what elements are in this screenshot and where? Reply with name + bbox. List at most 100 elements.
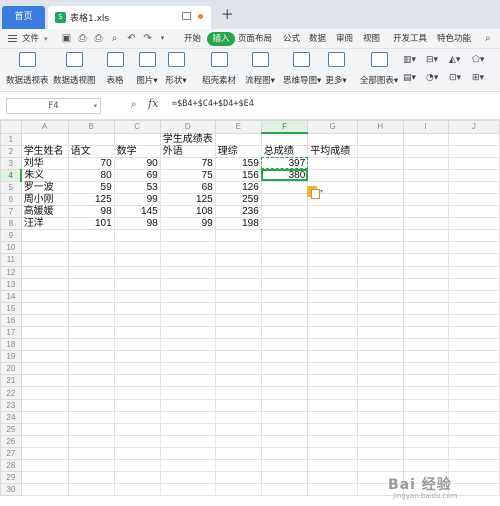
tab-view[interactable]: 视图: [363, 29, 380, 49]
docer-material-button[interactable]: 稻壳素材: [202, 52, 236, 86]
column-header-a[interactable]: A: [20, 120, 69, 134]
empty-cell[interactable]: [67, 265, 115, 279]
name-box[interactable]: F4 ▾: [6, 98, 101, 114]
empty-cell[interactable]: [159, 374, 216, 388]
empty-cell[interactable]: [307, 168, 359, 182]
empty-cell[interactable]: [260, 350, 309, 364]
cell[interactable]: 学生成绩表: [159, 132, 216, 146]
empty-cell[interactable]: [402, 386, 449, 400]
tab-page-layout[interactable]: 页面布局: [238, 29, 272, 49]
scatter-chart-icon[interactable]: ⊡▾: [449, 73, 461, 83]
cell[interactable]: 98: [67, 205, 115, 219]
empty-cell[interactable]: [20, 446, 69, 461]
empty-cell[interactable]: [214, 289, 262, 303]
row-header[interactable]: 21: [0, 374, 22, 388]
empty-cell[interactable]: [307, 265, 359, 279]
empty-cell[interactable]: [447, 350, 500, 364]
save-icon[interactable]: ▣: [61, 33, 72, 44]
cell[interactable]: 周小刚: [20, 192, 69, 207]
empty-cell[interactable]: [402, 434, 449, 448]
row-header[interactable]: 2: [0, 144, 22, 158]
row-header[interactable]: 13: [0, 277, 22, 291]
empty-cell[interactable]: [67, 253, 115, 267]
empty-cell[interactable]: [113, 132, 161, 146]
row-header[interactable]: 28: [0, 459, 22, 473]
row-header[interactable]: 25: [0, 422, 22, 436]
cell[interactable]: [260, 205, 309, 219]
cell[interactable]: 68: [159, 180, 216, 194]
empty-cell[interactable]: [357, 156, 404, 170]
row-header[interactable]: 3: [0, 156, 22, 170]
empty-cell[interactable]: [402, 192, 449, 207]
empty-cell[interactable]: [159, 265, 216, 279]
empty-cell[interactable]: [113, 301, 161, 315]
empty-cell[interactable]: [159, 398, 216, 412]
empty-cell[interactable]: [214, 229, 262, 243]
empty-cell[interactable]: [447, 241, 500, 255]
empty-cell[interactable]: [159, 410, 216, 424]
select-all-corner[interactable]: [0, 120, 22, 134]
empty-cell[interactable]: [67, 483, 115, 497]
empty-cell[interactable]: [260, 459, 309, 473]
column-header-e[interactable]: E: [214, 120, 262, 134]
empty-cell[interactable]: [357, 301, 404, 315]
row-header[interactable]: 26: [0, 434, 22, 448]
hamburger-menu-icon[interactable]: [8, 35, 17, 42]
all-charts-button[interactable]: 全部图表▾: [359, 52, 399, 86]
empty-cell[interactable]: [20, 253, 69, 267]
empty-cell[interactable]: [214, 422, 262, 436]
row-header[interactable]: 29: [0, 471, 22, 485]
empty-cell[interactable]: [307, 410, 359, 424]
row-header[interactable]: 6: [0, 192, 22, 207]
cell[interactable]: 70: [67, 156, 115, 170]
empty-cell[interactable]: [357, 192, 404, 207]
empty-cell[interactable]: [67, 338, 115, 352]
column-header-d[interactable]: D: [159, 120, 216, 134]
tab-developer[interactable]: 开发工具: [393, 29, 427, 49]
empty-cell[interactable]: [159, 301, 216, 315]
empty-cell[interactable]: [159, 277, 216, 291]
undo-icon[interactable]: ↶: [126, 33, 137, 44]
empty-cell[interactable]: [402, 350, 449, 364]
paste-options-chevron-icon[interactable]: ▾: [320, 188, 323, 195]
cell[interactable]: 380: [260, 168, 309, 182]
empty-cell[interactable]: [447, 144, 500, 158]
empty-cell[interactable]: [67, 313, 115, 328]
empty-cell[interactable]: [357, 398, 404, 412]
row-header[interactable]: 20: [0, 362, 22, 376]
column-header-i[interactable]: I: [402, 120, 449, 134]
row-header[interactable]: 23: [0, 398, 22, 412]
empty-cell[interactable]: [20, 338, 69, 352]
empty-cell[interactable]: [307, 205, 359, 219]
empty-cell[interactable]: [357, 422, 404, 436]
paste-options-icon[interactable]: [307, 186, 320, 199]
empty-cell[interactable]: [447, 156, 500, 170]
empty-cell[interactable]: [260, 386, 309, 400]
flowchart-button[interactable]: 流程图▾: [244, 52, 276, 86]
empty-cell[interactable]: [357, 229, 404, 243]
row-header[interactable]: 8: [0, 217, 22, 231]
empty-cell[interactable]: [307, 338, 359, 352]
empty-cell[interactable]: [260, 434, 309, 448]
column-header-g[interactable]: G: [307, 120, 359, 134]
empty-cell[interactable]: [113, 398, 161, 412]
empty-cell[interactable]: [307, 217, 359, 231]
cell[interactable]: 69: [113, 168, 161, 182]
empty-cell[interactable]: [357, 338, 404, 352]
empty-cell[interactable]: [67, 446, 115, 461]
empty-cell[interactable]: [113, 241, 161, 255]
cell[interactable]: 78: [159, 156, 216, 170]
empty-cell[interactable]: [113, 253, 161, 267]
empty-cell[interactable]: [357, 265, 404, 279]
empty-cell[interactable]: [402, 446, 449, 461]
empty-cell[interactable]: [67, 350, 115, 364]
empty-cell[interactable]: [20, 265, 69, 279]
empty-cell[interactable]: [159, 459, 216, 473]
empty-cell[interactable]: [214, 350, 262, 364]
cell[interactable]: 125: [67, 192, 115, 207]
empty-cell[interactable]: [402, 459, 449, 473]
pivot-table-button[interactable]: 数据透视表: [6, 52, 49, 86]
empty-cell[interactable]: [260, 313, 309, 328]
cell[interactable]: 98: [113, 217, 161, 231]
empty-cell[interactable]: [307, 471, 359, 485]
